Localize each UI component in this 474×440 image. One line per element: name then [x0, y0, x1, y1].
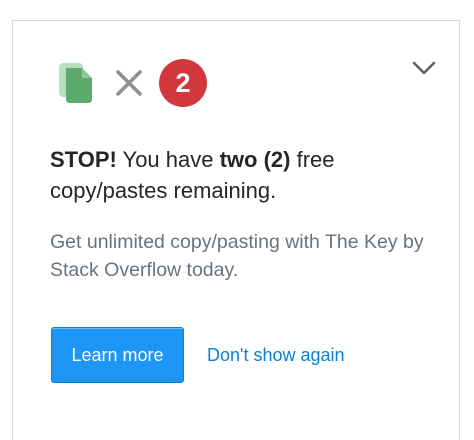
learn-more-button[interactable]: Learn more [51, 327, 184, 383]
promo-card: 2 STOP! You have two (2) free copy/paste… [12, 20, 460, 440]
headline-count: two (2) [219, 147, 291, 172]
headline-stop: STOP! [50, 147, 117, 172]
headline: STOP! You have two (2) free copy/pastes … [50, 144, 440, 206]
chevron-down-icon [412, 61, 436, 75]
icon-row: 2 [57, 59, 207, 107]
copy-document-icon [57, 61, 97, 105]
remaining-count-badge: 2 [159, 59, 207, 107]
headline-you-have: You have [116, 147, 220, 172]
times-icon [115, 69, 143, 97]
dont-show-again-link[interactable]: Don't show again [207, 343, 345, 367]
collapse-button[interactable] [407, 53, 441, 83]
promo-subtext: Get unlimited copy/pasting with The Key … [50, 231, 424, 281]
